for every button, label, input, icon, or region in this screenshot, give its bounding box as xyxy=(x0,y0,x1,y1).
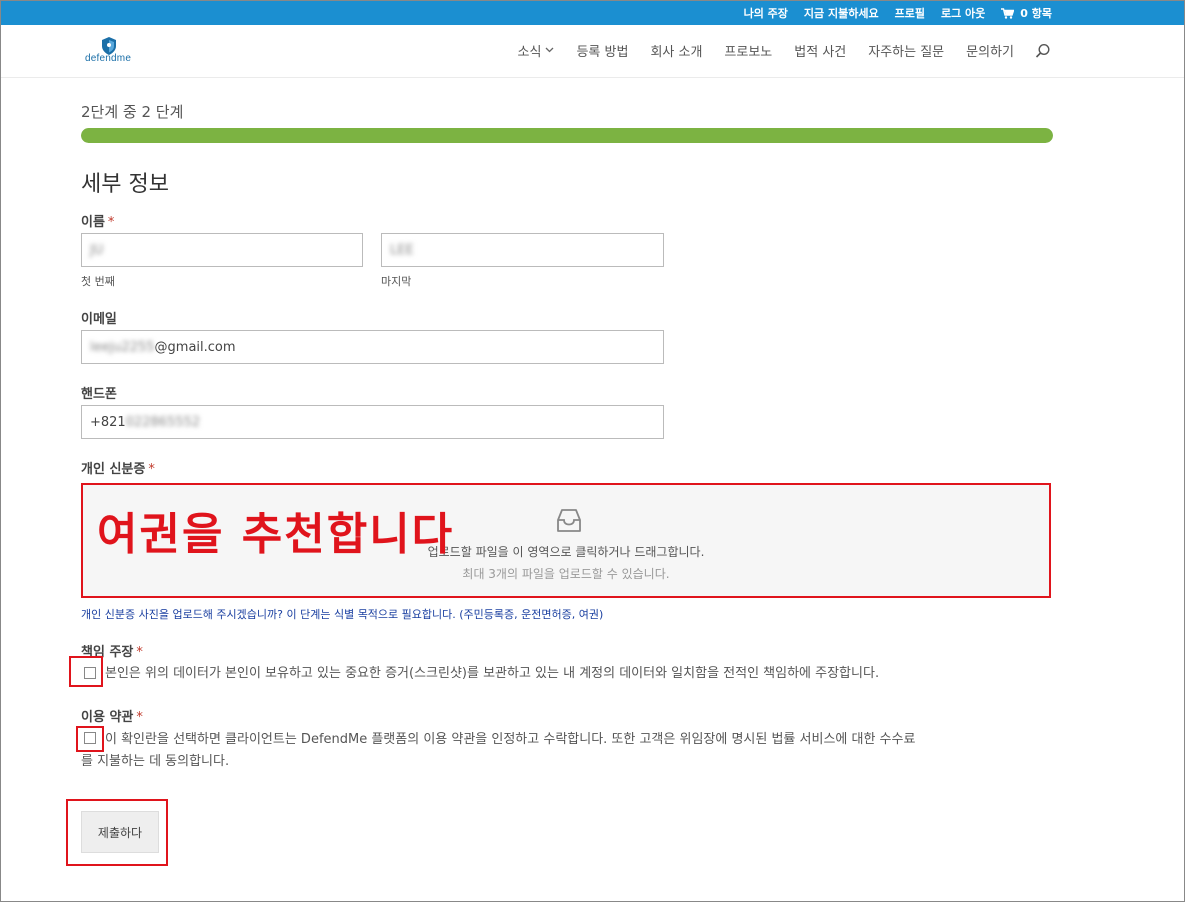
phone-value-visible: +821 xyxy=(90,414,126,430)
nav-item-how-to-register[interactable]: 등록 방법 xyxy=(576,41,628,60)
first-name-input[interactable]: JU xyxy=(81,233,363,267)
inbox-icon xyxy=(557,509,581,532)
top-link-my-claims[interactable]: 나의 주장 xyxy=(744,5,788,21)
logo-text: defendme xyxy=(85,53,132,64)
last-name-value: LEE xyxy=(390,242,414,258)
progress-bar xyxy=(81,128,1053,143)
last-name-sublabel: 마지막 xyxy=(381,275,412,288)
nav-item-pro-bono[interactable]: 프로보노 xyxy=(724,41,772,60)
claim-checkbox[interactable] xyxy=(84,667,96,679)
progress-fill xyxy=(81,128,1053,143)
top-link-logout[interactable]: 로그 아웃 xyxy=(941,5,985,21)
passport-recommendation-annotation: 여권을 추천합니다 xyxy=(97,509,455,560)
nav-item-legal-cases[interactable]: 법적 사건 xyxy=(794,41,846,60)
required-mark: * xyxy=(148,462,155,477)
nav-item-faq[interactable]: 자주하는 질문 xyxy=(868,41,944,60)
name-label: 이름 * xyxy=(81,211,114,230)
top-link-profile[interactable]: 프로필 xyxy=(895,5,925,21)
phone-input[interactable]: +821 022865552 xyxy=(81,405,664,439)
name-label-text: 이름 xyxy=(81,215,105,230)
required-mark: * xyxy=(107,215,115,230)
last-name-input[interactable]: LEE xyxy=(381,233,664,267)
id-card-label-text: 개인 신분증 xyxy=(81,462,146,477)
terms-label-text: 이용 약관 xyxy=(81,710,134,725)
site-header: defendme 소식 등록 방법 회사 소개 프로보노 법적 사건 자주하는 … xyxy=(1,25,1184,77)
search-icon[interactable] xyxy=(1035,43,1051,59)
email-value-hidden: leeju2255 xyxy=(90,339,155,355)
cart-icon xyxy=(1001,7,1015,19)
main-nav: 소식 등록 방법 회사 소개 프로보노 법적 사건 자주하는 질문 문의하기 xyxy=(518,25,1014,75)
email-value-visible: @gmail.com xyxy=(154,339,236,355)
nav-item-contact[interactable]: 문의하기 xyxy=(966,41,1014,60)
required-mark: * xyxy=(136,645,143,660)
nav-item-about[interactable]: 회사 소개 xyxy=(650,41,702,60)
terms-text-line2: 를 지불하는 데 동의합니다. xyxy=(81,754,230,769)
id-card-label: 개인 신분증 * xyxy=(81,458,155,477)
top-links: 나의 주장 지금 지불하세요 프로필 로그 아웃 0 항목 xyxy=(744,1,1052,25)
top-link-pay-now[interactable]: 지금 지불하세요 xyxy=(804,5,879,21)
phone-label: 핸드폰 xyxy=(81,387,117,402)
first-name-sublabel: 첫 번째 xyxy=(81,275,115,288)
cart-count: 0 항목 xyxy=(1020,7,1052,20)
step-indicator: 2단계 중 2 단계 xyxy=(81,103,184,121)
first-name-value: JU xyxy=(90,242,104,258)
required-mark: * xyxy=(136,710,143,725)
terms-label: 이용 약관 * xyxy=(81,706,143,725)
submit-button[interactable]: 제출하다 xyxy=(81,811,159,853)
id-card-helper-text: 개인 신분증 사진을 업로드해 주시겠습니까? 이 단계는 식별 목적으로 필요… xyxy=(81,608,604,621)
cart-link[interactable]: 0 항목 xyxy=(1001,5,1052,21)
terms-text-line1: 이 확인란을 선택하면 클라이언트는 DefendMe 플랫폼의 이용 약관을 … xyxy=(105,732,916,747)
section-title: 세부 정보 xyxy=(81,172,169,197)
email-input[interactable]: leeju2255 @gmail.com xyxy=(81,330,664,364)
claim-text: 본인은 위의 데이터가 본인이 보유하고 있는 중요한 증거(스크린샷)를 보관… xyxy=(105,666,880,681)
upload-limit: 최대 3개의 파일을 업로드할 수 있습니다. xyxy=(462,567,670,581)
email-label: 이메일 xyxy=(81,312,117,327)
nav-label-news: 소식 xyxy=(517,44,542,60)
phone-value-hidden: 022865552 xyxy=(125,414,201,430)
chevron-down-icon xyxy=(545,47,554,53)
top-bar: 나의 주장 지금 지불하세요 프로필 로그 아웃 0 항목 xyxy=(1,1,1184,25)
nav-item-news[interactable]: 소식 xyxy=(518,41,555,60)
terms-checkbox[interactable] xyxy=(84,732,96,744)
